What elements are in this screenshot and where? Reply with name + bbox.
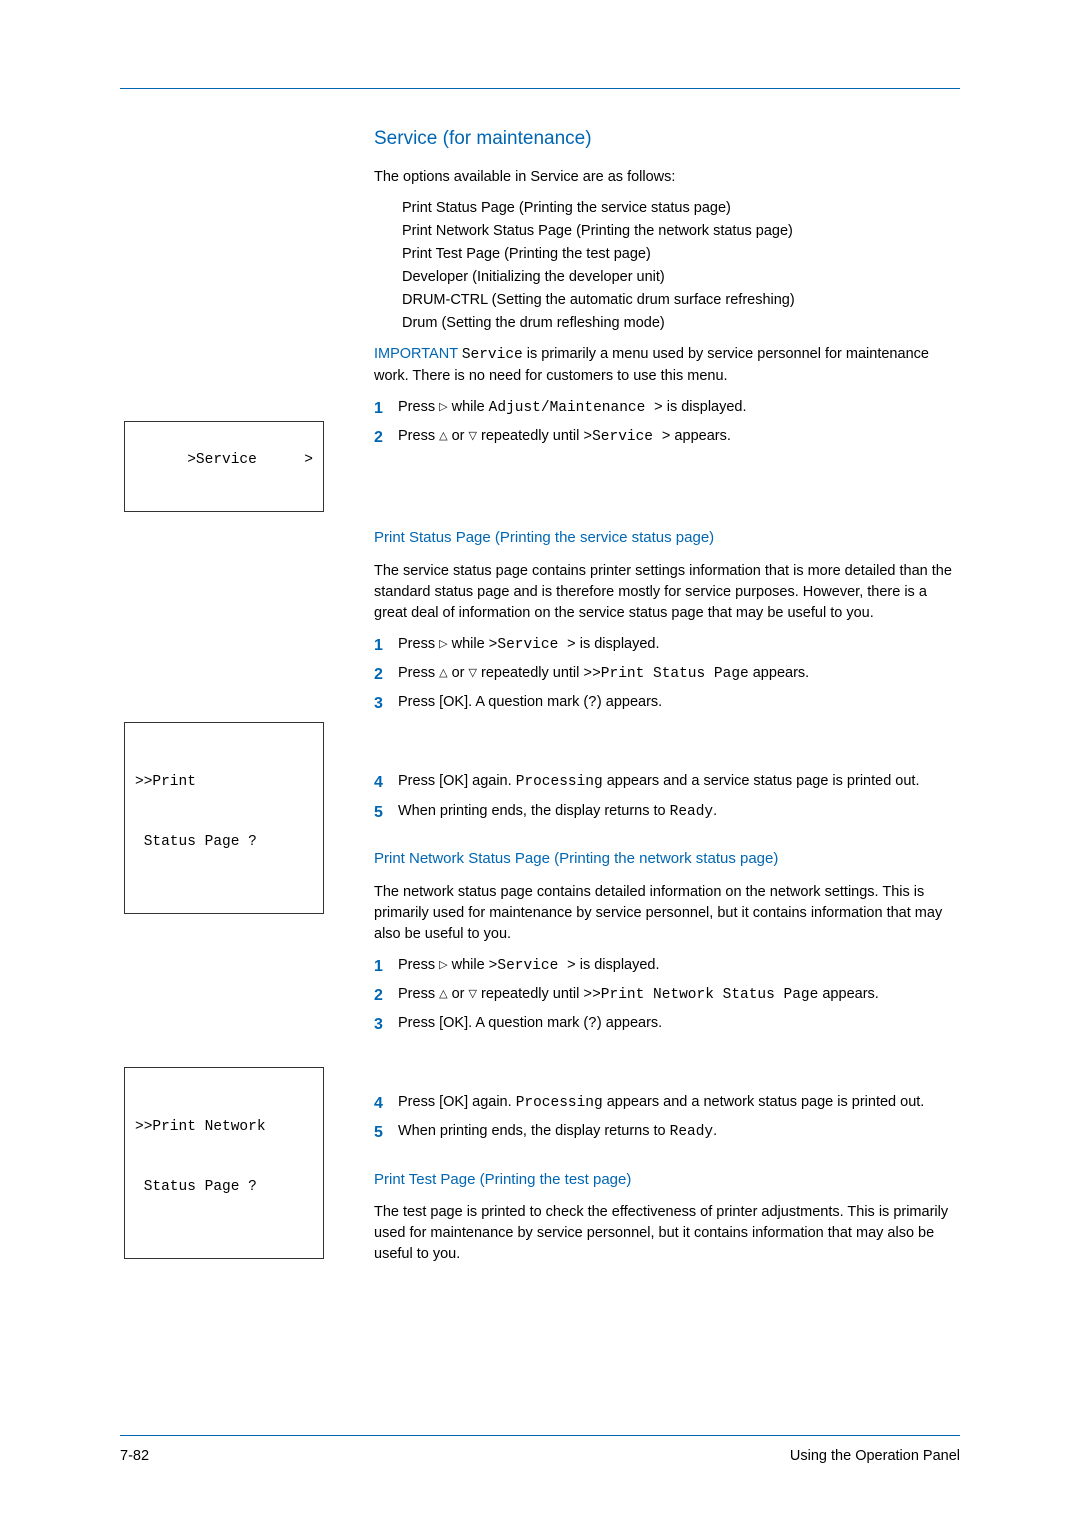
- list-item: Drum (Setting the drum refleshing mode): [402, 313, 960, 334]
- triangle-down-icon: ▽: [469, 668, 477, 679]
- lcd-line-2: Status Page ?: [135, 832, 313, 852]
- footer-row: 7-82 Using the Operation Panel: [120, 1446, 960, 1467]
- step-1: 1 Press ▷ while Adjust/Maintenance > is …: [374, 397, 960, 420]
- step-number: 5: [374, 1121, 398, 1144]
- step-2: 2 Press △ or ▽ repeatedly until >Service…: [374, 426, 960, 449]
- step-3: 3 Press [OK]. A question mark (?) appear…: [374, 692, 960, 715]
- important-note: IMPORTANT Service is primarily a menu us…: [374, 344, 960, 387]
- pnsp-steps: 1 Press ▷ while >Service > is displayed.…: [374, 955, 960, 1145]
- lcd-display-print-status: >>Print Status Page ?: [124, 722, 324, 914]
- step-text: Press ▷ while Adjust/Maintenance > is di…: [398, 397, 960, 420]
- step-text: When printing ends, the display returns …: [398, 801, 960, 824]
- sub-heading-print-network: Print Network Status Page (Printing the …: [374, 848, 960, 870]
- list-item: Print Test Page (Printing the test page): [402, 244, 960, 265]
- step-number: 1: [374, 634, 398, 657]
- content-area: >Service > >>Print Status Page ? >>Print …: [120, 125, 960, 1275]
- lcd-display-print-network: >>Print Network Status Page ?: [124, 1067, 324, 1259]
- important-code: Service: [462, 347, 523, 363]
- page-number: 7-82: [120, 1446, 149, 1467]
- step-text: Press [OK]. A question mark (?) appears.: [398, 692, 960, 715]
- triangle-up-icon: △: [439, 989, 447, 1000]
- step-number: 5: [374, 801, 398, 824]
- step-2: 2 Press △ or ▽ repeatedly until >>Print …: [374, 984, 960, 1007]
- step-number: 2: [374, 984, 398, 1007]
- step-2: 2 Press △ or ▽ repeatedly until >>Print …: [374, 663, 960, 686]
- footer-title: Using the Operation Panel: [790, 1446, 960, 1467]
- step-5: 5 When printing ends, the display return…: [374, 801, 960, 824]
- triangle-up-icon: △: [439, 668, 447, 679]
- step-text: When printing ends, the display returns …: [398, 1121, 960, 1144]
- list-item: Print Status Page (Printing the service …: [402, 198, 960, 219]
- sub-heading-print-status: Print Status Page (Printing the service …: [374, 527, 960, 549]
- step-text: Press ▷ while >Service > is displayed.: [398, 955, 960, 978]
- triangle-up-icon: △: [439, 431, 447, 442]
- step-number: 4: [374, 771, 398, 794]
- psp-body: The service status page contains printer…: [374, 561, 960, 624]
- triangle-right-icon: ▷: [439, 639, 447, 650]
- important-label: IMPORTANT: [374, 346, 458, 362]
- step-number: 3: [374, 1013, 398, 1036]
- step-4: 4 Press [OK] again. Processing appears a…: [374, 1092, 960, 1115]
- step-5: 5 When printing ends, the display return…: [374, 1121, 960, 1144]
- footer-rule: [120, 1435, 960, 1436]
- top-rule: [120, 88, 960, 89]
- step-number: 3: [374, 692, 398, 715]
- sub-heading-print-test: Print Test Page (Printing the test page): [374, 1169, 960, 1191]
- step-number: 2: [374, 663, 398, 686]
- options-list: Print Status Page (Printing the service …: [374, 198, 960, 334]
- list-item: Print Network Status Page (Printing the …: [402, 221, 960, 242]
- main-heading: Service (for maintenance): [374, 125, 960, 153]
- step-3: 3 Press [OK]. A question mark (?) appear…: [374, 1013, 960, 1036]
- step-text: Press △ or ▽ repeatedly until >Service >…: [398, 426, 960, 449]
- important-body: is primarily a menu used by service pers…: [374, 346, 929, 384]
- step-text: Press [OK] again. Processing appears and…: [398, 771, 960, 794]
- step-text: Press [OK]. A question mark (?) appears.: [398, 1013, 960, 1036]
- lcd-line-1: >>Print: [135, 772, 313, 792]
- ptp-body: The test page is printed to check the ef…: [374, 1202, 960, 1265]
- step-text: Press △ or ▽ repeatedly until >>Print Ne…: [398, 984, 960, 1007]
- step-text: Press [OK] again. Processing appears and…: [398, 1092, 960, 1115]
- triangle-right-icon: ▷: [439, 960, 447, 971]
- step-number: 1: [374, 955, 398, 978]
- step-1: 1 Press ▷ while >Service > is displayed.: [374, 955, 960, 978]
- step-4: 4 Press [OK] again. Processing appears a…: [374, 771, 960, 794]
- list-item: Developer (Initializing the developer un…: [402, 267, 960, 288]
- page-footer: 7-82 Using the Operation Panel: [120, 1435, 960, 1467]
- pnsp-body: The network status page contains detaile…: [374, 882, 960, 945]
- lcd-line-2: Status Page ?: [135, 1177, 313, 1197]
- triangle-down-icon: ▽: [469, 989, 477, 1000]
- step-text: Press ▷ while >Service > is displayed.: [398, 634, 960, 657]
- step-text: Press △ or ▽ repeatedly until >>Print St…: [398, 663, 960, 686]
- intro-text: The options available in Service are as …: [374, 167, 960, 188]
- list-item: DRUM-CTRL (Setting the automatic drum su…: [402, 290, 960, 311]
- step-1: 1 Press ▷ while >Service > is displayed.: [374, 634, 960, 657]
- psp-steps: 1 Press ▷ while >Service > is displayed.…: [374, 634, 960, 824]
- service-steps: 1 Press ▷ while Adjust/Maintenance > is …: [374, 397, 960, 449]
- lcd-arrow-right: >: [304, 450, 313, 470]
- right-column: Service (for maintenance) The options av…: [350, 125, 960, 1275]
- lcd-text: >Service: [187, 452, 257, 468]
- step-number: 1: [374, 397, 398, 420]
- step-number: 2: [374, 426, 398, 449]
- triangle-right-icon: ▷: [439, 402, 447, 413]
- triangle-down-icon: ▽: [469, 431, 477, 442]
- step-number: 4: [374, 1092, 398, 1115]
- lcd-display-service: >Service >: [124, 421, 324, 512]
- left-column: >Service > >>Print Status Page ? >>Print …: [120, 125, 350, 1275]
- lcd-line-1: >>Print Network: [135, 1117, 313, 1137]
